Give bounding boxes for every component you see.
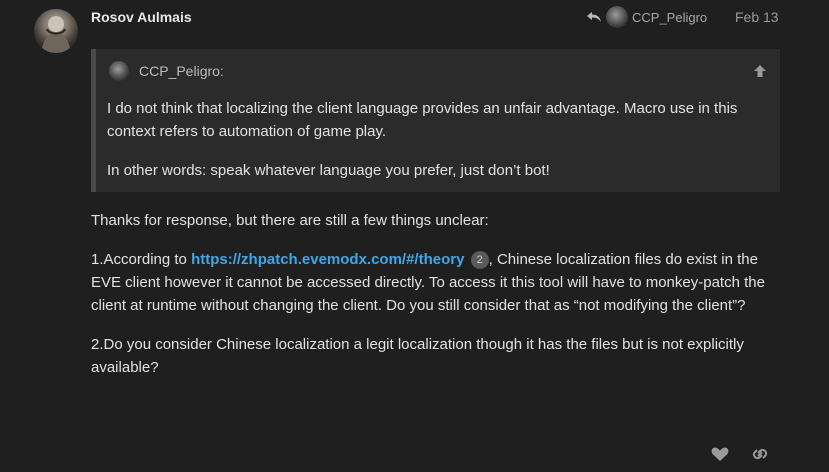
content-paragraph-1: Thanks for response, but there are still… — [91, 212, 489, 229]
link-click-count-badge: 2 — [470, 251, 489, 269]
reply-username: CCP_Peligro — [632, 9, 708, 25]
reply-arrow-icon — [587, 12, 601, 22]
link-icon[interactable] — [750, 444, 770, 464]
post-actions — [710, 444, 780, 464]
reply-to-indicator[interactable]: CCP_Peligro — [586, 6, 708, 28]
post-date[interactable]: Feb 13 — [735, 9, 779, 25]
forum-post: Rosov Aulmais CCP_Peligro Feb 13 CCP_Pel… — [0, 0, 829, 472]
avatar-image — [41, 16, 71, 53]
paragraph-2-prefix: 1.According to — [91, 251, 192, 268]
username[interactable]: Rosov Aulmais — [91, 9, 192, 25]
avatar[interactable] — [34, 9, 78, 53]
quote-paragraph: In other words: speak whatever language … — [107, 162, 550, 179]
content-paragraph-2: 1.According to https://zhpatch.evemodx.c… — [91, 248, 781, 317]
content-paragraph-3: 2.Do you consider Chinese localization a… — [91, 336, 744, 376]
heart-icon[interactable] — [710, 444, 730, 464]
quote-author[interactable]: CCP_Peligro: — [139, 63, 224, 79]
quote-body: I do not think that localizing the clien… — [107, 97, 767, 198]
post-header: Rosov Aulmais CCP_Peligro Feb 13 — [91, 6, 791, 29]
quote-author-avatar — [109, 61, 129, 81]
reply-user-avatar — [606, 6, 628, 28]
quote-block: CCP_Peligro: I do not think that localiz… — [91, 49, 780, 192]
post-content: Thanks for response, but there are still… — [91, 209, 781, 395]
arrow-up-icon[interactable] — [752, 63, 768, 79]
theory-link[interactable]: https://zhpatch.evemodx.com/#/theory — [191, 251, 464, 268]
quote-title: CCP_Peligro: — [109, 61, 224, 81]
quote-paragraph: I do not think that localizing the clien… — [107, 100, 738, 140]
